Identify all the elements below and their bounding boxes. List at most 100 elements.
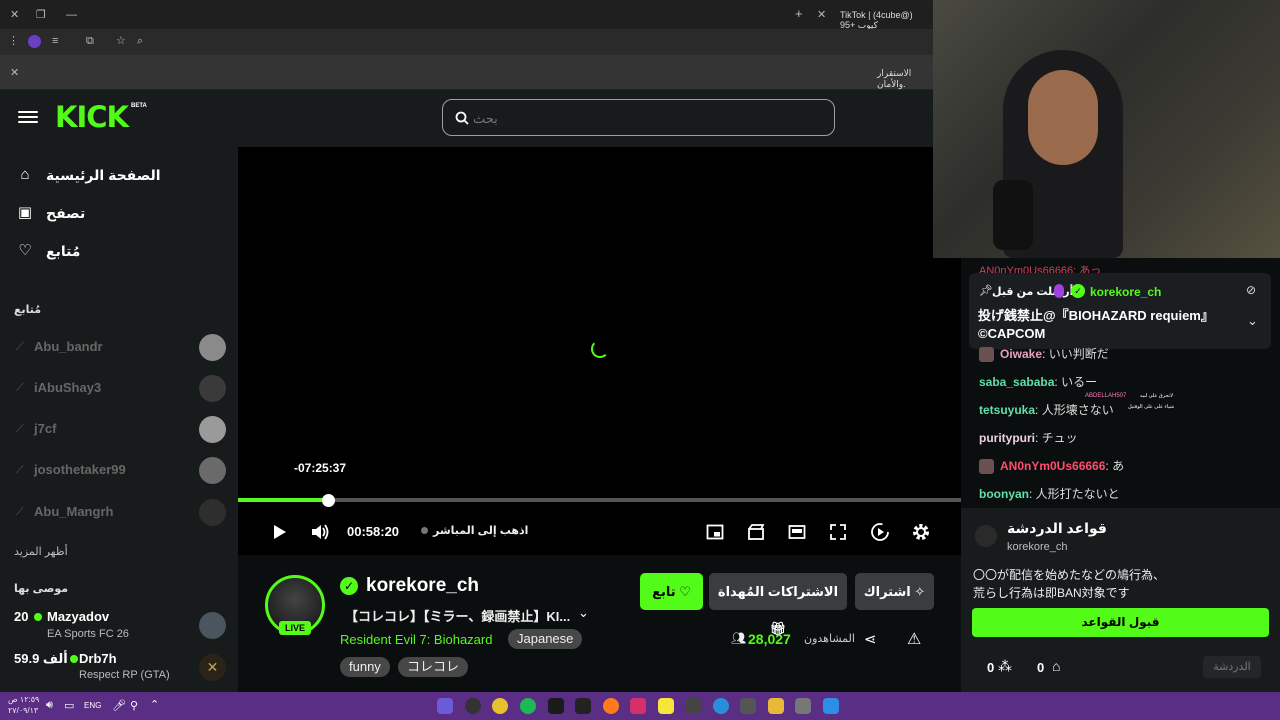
chat-username[interactable]: saba_sababa [979,375,1054,389]
app-icon[interactable] [795,698,811,714]
location-icon[interactable]: ⚲ [130,699,138,712]
chat-username[interactable]: tetsuyuka [979,403,1035,417]
fullscreen-icon[interactable] [829,523,847,541]
chrome-icon[interactable] [492,698,508,714]
file-explorer-icon[interactable] [768,698,784,714]
followed-channel[interactable]: ⟋ Abu_Mangrh [16,498,226,528]
new-tab-icon[interactable]: + [795,7,803,21]
close-window-icon[interactable]: ✕ [10,8,19,22]
chevron-down-icon[interactable]: ⌄ [1247,313,1258,329]
puzzle-icon[interactable]: ⧉ [86,34,94,48]
channel-name[interactable]: korekore_ch [366,575,479,597]
network-icon[interactable]: ▭ [64,699,74,712]
clip-icon[interactable] [747,523,765,541]
store-icon[interactable]: ⌂ [1052,658,1060,674]
app-icon[interactable] [575,698,591,714]
chat-username[interactable]: Oiwake [1000,347,1042,361]
speaker-icon[interactable]: 🔊︎ [46,699,53,712]
discord-icon[interactable] [437,698,453,714]
pip-icon[interactable] [706,523,724,541]
hamburger-menu-icon[interactable] [18,108,38,126]
obs-icon[interactable] [465,698,481,714]
windows-start-icon[interactable] [823,698,839,714]
theater-mode-icon[interactable] [788,523,806,541]
volume-icon[interactable] [310,522,330,542]
chat-message: saba_sababa: いるー [979,373,1097,390]
tag-pill[interactable]: コレコレ [398,657,469,677]
subscribe-button[interactable]: اشتراك ✧ [855,573,934,610]
sidebar-item-following[interactable]: ♡ مُتابع [16,242,80,260]
chat-send-button[interactable]: الدردشة [1203,656,1261,678]
extensions-icon[interactable]: ≡ [52,34,58,48]
tag-pill[interactable]: funny [340,657,390,677]
channel-game: EA Sports FC 26 [47,628,129,640]
followed-channel[interactable]: ⟋ josothetaker99 [16,456,226,486]
chat-message: tetsuyuka: 人形壊さない [979,401,1114,418]
share-icon[interactable]: ⋖ [864,630,877,648]
kick-logo[interactable]: KICK [55,100,129,134]
tab-title[interactable]: TikTok | (4cube@) كيوب +95 [840,10,933,31]
gift-subs-button[interactable]: الاشتراكات المُهداة 🎁︎ [709,573,847,636]
avatar [199,457,226,484]
firefox-icon[interactable] [603,698,619,714]
accept-rules-button[interactable]: قبول القواعد [972,608,1269,637]
close-tab-icon[interactable]: ✕ [817,8,826,22]
gifts-count: 0 [1037,660,1045,675]
settings-gear-icon[interactable] [911,522,931,542]
kicks-icon[interactable]: ⁂ [998,658,1012,675]
recommended-channel[interactable]: 20 Mazyadov EA Sports FC 26 [14,608,226,644]
go-live-button[interactable]: اذهب إلى المباشر [421,524,528,537]
live-dot [34,613,42,621]
tray-chevron-icon[interactable]: ⌃ [150,698,159,711]
language-indicator[interactable]: ENG [84,701,101,710]
playback-speed-icon[interactable] [870,522,890,542]
edge-icon[interactable] [713,698,729,714]
follow-button[interactable]: تابع ♡ [640,573,703,610]
close-infobar-icon[interactable]: ✕ [10,66,19,80]
profile-icon[interactable] [28,35,41,48]
snapchat-icon[interactable] [658,698,674,714]
home-icon: ⌂ [20,166,30,183]
viewer-count: 20 [14,609,29,624]
verified-badge-icon: ✓ [1071,284,1085,298]
offline-icon: ⟋ [16,341,24,353]
offline-icon: ⟋ [16,464,24,476]
search-input[interactable] [473,107,813,129]
overlay-text: لاتحرق على لبيه [1140,393,1173,399]
zoom-icon[interactable]: ⌕ [137,34,143,48]
instagram-icon[interactable] [630,698,646,714]
chat-username[interactable]: AN0nYm0Us66666 [1000,459,1105,473]
sidebar-item-home[interactable]: ⌂ الصفحة الرئيسية [16,166,160,184]
mic-icon[interactable]: 🎤︎ [112,699,126,712]
chevron-down-icon[interactable]: ⌄ [578,605,589,621]
bookmark-star-icon[interactable]: ☆ [116,34,126,48]
show-more-link[interactable]: أظهر المزيد [14,545,68,558]
capcut-icon[interactable] [548,698,564,714]
sparkle-icon: ✧ [914,584,926,599]
app-icon[interactable] [685,698,701,714]
minimize-icon[interactable]: — [66,8,77,22]
hide-pin-icon[interactable]: ⊘ [1246,283,1256,297]
search-box[interactable] [442,99,835,136]
recommended-channel[interactable]: 59.9 ألف Drb7h Respect RP (GTA) ✕ [14,650,226,686]
maximize-icon[interactable]: ❐ [36,8,46,22]
app-icon[interactable] [740,698,756,714]
tag-pill[interactable]: Japanese [508,629,583,649]
chat-text: いるー [1061,375,1098,389]
followed-channel[interactable]: ⟋ j7cf [16,415,226,445]
followed-channel[interactable]: ⟋ iAbuShay3 [16,374,226,404]
menu-dots-icon[interactable]: ⋮ [8,34,19,48]
pinned-text: 投げ銭禁止@『BIOHAZARD requiem』©CAPCOM [978,308,1214,341]
followed-channel[interactable]: ⟋ Abu_bandr [16,333,226,363]
report-warning-icon[interactable]: ⚠ [907,629,921,649]
pinned-user[interactable]: korekore_ch [1090,285,1161,299]
chat-username[interactable]: puritypuri [979,431,1035,445]
play-icon[interactable] [270,523,288,541]
sidebar-item-browse[interactable]: ▣ تصفح [16,204,85,222]
pinned-message[interactable]: 📌︎ أرسلت من قبل ✓ korekore_ch ⊘ 投げ銭禁止@『B… [969,273,1271,349]
live-dot [70,655,78,663]
spotify-icon[interactable] [520,698,536,714]
stream-category[interactable]: Resident Evil 7: Biohazard [340,632,492,647]
seek-bar[interactable] [238,498,961,502]
chat-username[interactable]: boonyan [979,487,1029,501]
